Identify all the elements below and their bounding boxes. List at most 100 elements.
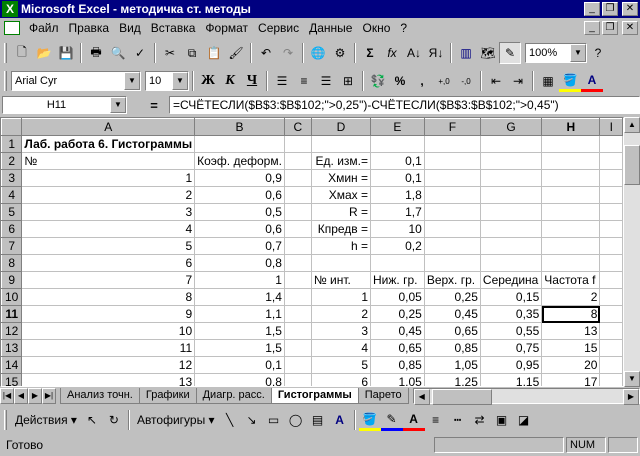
font-color-icon[interactable]: A (581, 70, 603, 92)
menu-file[interactable]: Файл (24, 21, 64, 35)
cell-C14[interactable] (284, 356, 312, 374)
web-toolbar-icon[interactable]: ⚙ (329, 42, 351, 64)
scroll-right-icon[interactable]: ▶ (623, 389, 639, 405)
cell-G5[interactable] (480, 203, 543, 221)
cell-E2[interactable]: 0,1 (370, 152, 425, 170)
cell-G1[interactable] (480, 135, 543, 153)
menu-tools[interactable]: Сервис (253, 21, 304, 35)
vertical-scrollbar[interactable]: ▲ ▼ (624, 117, 640, 387)
cell-F4[interactable] (424, 186, 481, 204)
cell-C11[interactable] (284, 305, 312, 323)
percent-icon[interactable]: % (389, 70, 411, 92)
minimize-button[interactable]: _ (584, 2, 600, 16)
cell-E8[interactable] (370, 254, 425, 272)
increase-indent-icon[interactable]: ⇥ (507, 70, 529, 92)
cell-I6[interactable] (599, 220, 623, 238)
row-header[interactable]: 12 (1, 322, 23, 340)
font-size-select[interactable]: 10 ▼ (145, 71, 189, 91)
cell-F12[interactable]: 0,65 (424, 322, 481, 340)
menu-insert[interactable]: Вставка (146, 21, 201, 35)
column-header[interactable]: C (283, 118, 312, 136)
cell-I9[interactable] (599, 271, 623, 289)
cell-E5[interactable]: 1,7 (370, 203, 425, 221)
autoshapes-menu[interactable]: Автофигуры ▾ (133, 413, 219, 427)
borders-icon[interactable]: ▦ (537, 70, 559, 92)
cell-B5[interactable]: 0,5 (194, 203, 285, 221)
cell-A3[interactable]: 1 (21, 169, 196, 187)
doc-restore-button[interactable]: ❐ (602, 21, 618, 35)
chart-wizard-icon[interactable]: ▥ (455, 42, 477, 64)
cell-G7[interactable] (480, 237, 543, 255)
row-header[interactable]: 2 (1, 152, 23, 170)
wordart-icon[interactable]: A (329, 409, 351, 431)
sheet-tab[interactable]: Диагр. расс. (195, 388, 272, 404)
cell-E14[interactable]: 0,85 (370, 356, 425, 374)
cell-E9[interactable]: Ниж. гр. (370, 271, 425, 289)
cell-D1[interactable] (311, 135, 372, 153)
cell-G13[interactable]: 0,75 (480, 339, 543, 357)
cell-F14[interactable]: 1,05 (424, 356, 481, 374)
decrease-decimal-icon[interactable]: -,0 (455, 70, 477, 92)
cell-D14[interactable]: 5 (311, 356, 372, 374)
vertical-scroll-thumb[interactable] (624, 145, 640, 185)
cell-I8[interactable] (599, 254, 623, 272)
cell-H9[interactable]: Частота f (541, 271, 601, 289)
cell-C6[interactable] (284, 220, 312, 238)
menu-window[interactable]: Окно (357, 21, 395, 35)
cell-I14[interactable] (599, 356, 623, 374)
font-color-icon[interactable]: A (402, 409, 425, 431)
cell-C3[interactable] (284, 169, 312, 187)
row-header[interactable]: 13 (1, 339, 23, 357)
cell-A15[interactable]: 13 (21, 373, 196, 386)
cell-H14[interactable]: 20 (541, 356, 601, 374)
cell-C1[interactable] (284, 135, 312, 153)
row-header[interactable]: 5 (1, 203, 23, 221)
align-left-icon[interactable]: ☰ (271, 70, 293, 92)
cell-I10[interactable] (599, 288, 623, 306)
cell-D9[interactable]: № инт. (311, 271, 372, 289)
fill-color-icon[interactable]: 🪣 (559, 70, 581, 92)
cell-C12[interactable] (284, 322, 312, 340)
cell-H1[interactable] (541, 135, 601, 153)
row-header[interactable]: 6 (1, 220, 23, 238)
horizontal-scrollbar[interactable]: ◀ ▶ (412, 388, 640, 405)
cell-H12[interactable]: 13 (541, 322, 601, 340)
column-header[interactable]: G (479, 118, 543, 136)
cell-B11[interactable]: 1,1 (194, 305, 285, 323)
cell-B2[interactable]: Коэф. деформ. (194, 152, 285, 170)
cell-C10[interactable] (284, 288, 312, 306)
sort-descending-icon[interactable]: Я↓ (425, 42, 447, 64)
sort-ascending-icon[interactable]: A↓ (403, 42, 425, 64)
free-rotate-icon[interactable]: ↻ (103, 409, 125, 431)
cell-F15[interactable]: 1,25 (424, 373, 481, 386)
scroll-left-icon[interactable]: ◀ (413, 389, 430, 405)
excel-app-icon[interactable]: X (2, 1, 18, 17)
horizontal-scroll-thumb[interactable] (431, 389, 492, 405)
menu-data[interactable]: Данные (304, 21, 357, 35)
column-header[interactable]: H (541, 118, 601, 136)
menu-help[interactable]: ? (395, 21, 412, 35)
cell-E12[interactable]: 0,45 (370, 322, 425, 340)
cell-I12[interactable] (599, 322, 623, 340)
cell-F2[interactable] (424, 152, 481, 170)
cell-E3[interactable]: 0,1 (370, 169, 425, 187)
bold-icon[interactable]: Ж (197, 70, 219, 92)
row-header[interactable]: 4 (1, 186, 23, 204)
cell-A5[interactable]: 3 (21, 203, 196, 221)
spreadsheet-grid[interactable]: A B C D E F G H I 1 Лаб. работа 6. Гистог… (0, 117, 624, 387)
cell-H13[interactable]: 15 (541, 339, 601, 357)
drawing-icon[interactable]: ✎ (499, 42, 521, 64)
actions-menu[interactable]: Действия ▾ (11, 413, 81, 427)
close-button[interactable]: ✕ (622, 2, 638, 16)
chevron-down-icon[interactable]: ▼ (124, 72, 140, 90)
line-color-icon[interactable]: ✎ (380, 409, 403, 431)
spelling-icon[interactable]: ✓ (129, 42, 151, 64)
cell-B14[interactable]: 0,1 (194, 356, 285, 374)
cell-F9[interactable]: Верх. гр. (424, 271, 481, 289)
row-header[interactable]: 14 (1, 356, 23, 374)
cell-I5[interactable] (599, 203, 623, 221)
select-objects-icon[interactable]: ↖ (81, 409, 103, 431)
cell-B9[interactable]: 1 (194, 271, 285, 289)
fill-color-icon[interactable]: 🪣 (358, 409, 381, 431)
cell-I1[interactable] (599, 135, 623, 153)
